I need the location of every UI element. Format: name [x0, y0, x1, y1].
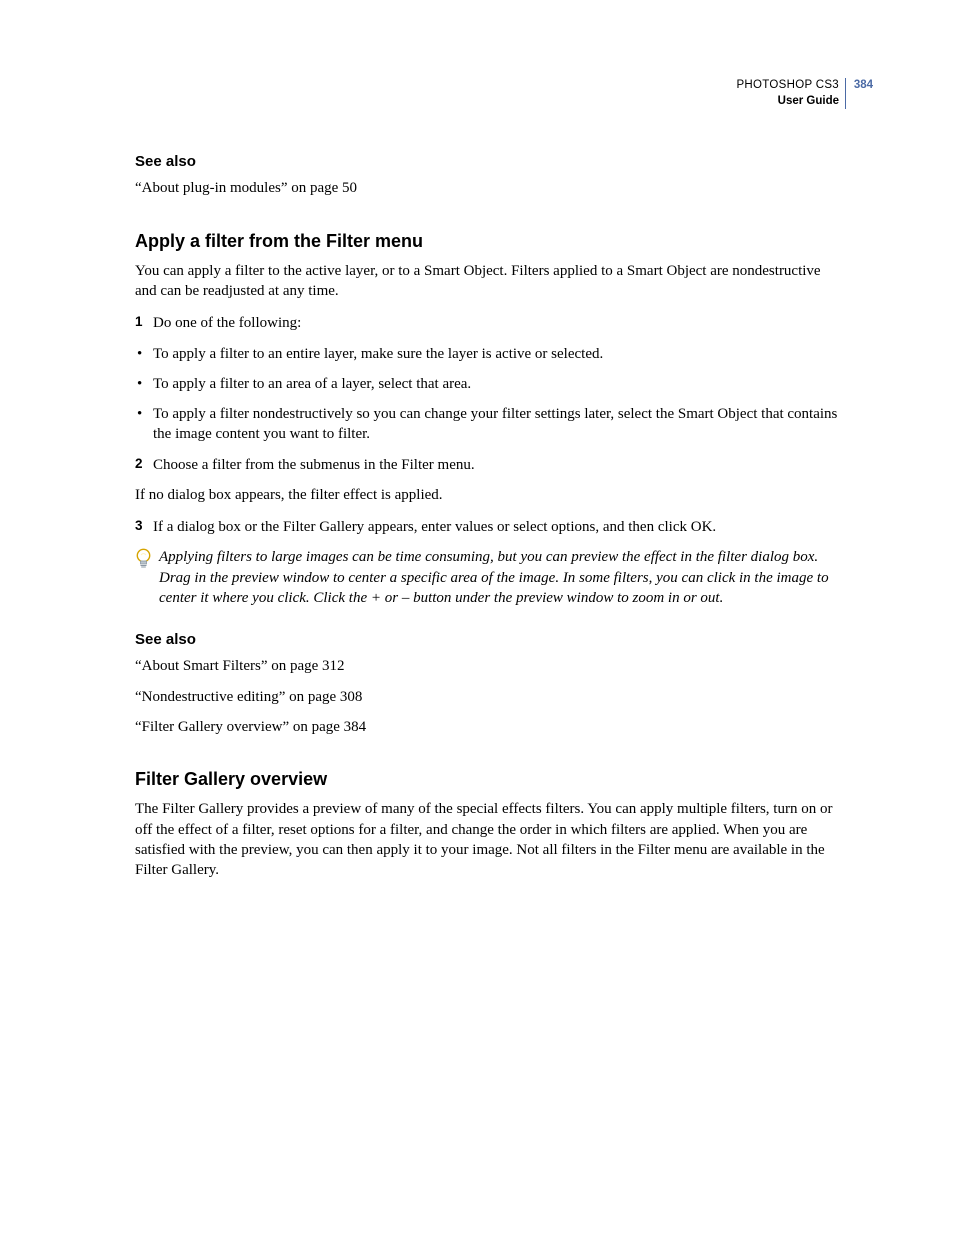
page-number: 384 — [854, 78, 873, 94]
xref-link[interactable]: “About Smart Filters” on page 312 — [135, 656, 844, 676]
tip-text: Applying filters to large images can be … — [159, 549, 829, 606]
note-paragraph: If no dialog box appears, the filter eff… — [135, 485, 844, 505]
body-paragraph: The Filter Gallery provides a preview of… — [135, 799, 844, 880]
section-heading-apply-filter: Apply a filter from the Filter menu — [135, 229, 844, 253]
step-item: 1 Do one of the following: — [135, 313, 844, 333]
bullet-item: • To apply a filter to an entire layer, … — [135, 344, 844, 364]
page-header: 384 PHOTOSHOP CS3 User Guide — [736, 78, 846, 109]
intro-paragraph: You can apply a filter to the active lay… — [135, 261, 844, 302]
lightbulb-icon — [135, 548, 152, 570]
see-also-heading: See also — [135, 630, 844, 650]
step-item: 3 If a dialog box or the Filter Gallery … — [135, 517, 844, 537]
step-text: If a dialog box or the Filter Gallery ap… — [153, 519, 716, 535]
step-number: 3 — [135, 517, 143, 535]
header-product: PHOTOSHOP CS3 — [736, 78, 839, 94]
bullet-icon: • — [137, 344, 142, 364]
step-number: 1 — [135, 313, 143, 331]
see-also-block: See also “About Smart Filters” on page 3… — [135, 630, 844, 737]
step-item: 2 Choose a filter from the submenus in t… — [135, 455, 844, 475]
step-text: Do one of the following: — [153, 315, 301, 331]
bullet-item: • To apply a filter nondestructively so … — [135, 404, 844, 445]
bullet-text: To apply a filter to an entire layer, ma… — [153, 346, 603, 362]
bullet-item: • To apply a filter to an area of a laye… — [135, 374, 844, 394]
section-heading-filter-gallery: Filter Gallery overview — [135, 767, 844, 791]
see-also-heading: See also — [135, 152, 844, 172]
bullet-icon: • — [137, 374, 142, 394]
page-content: See also “About plug-in modules” on page… — [135, 152, 844, 880]
bullet-icon: • — [137, 404, 142, 424]
step-text: Choose a filter from the submenus in the… — [153, 457, 475, 473]
xref-link[interactable]: “Nondestructive editing” on page 308 — [135, 687, 844, 707]
xref-link[interactable]: “About plug-in modules” on page 50 — [135, 178, 844, 198]
bullet-text: To apply a filter to an area of a layer,… — [153, 376, 471, 392]
xref-link[interactable]: “Filter Gallery overview” on page 384 — [135, 717, 844, 737]
tip-note: Applying filters to large images can be … — [135, 547, 844, 608]
bullet-text: To apply a filter nondestructively so yo… — [153, 406, 837, 442]
step-number: 2 — [135, 455, 143, 473]
header-doctype: User Guide — [736, 94, 839, 110]
page: 384 PHOTOSHOP CS3 User Guide See also “A… — [0, 0, 954, 1235]
